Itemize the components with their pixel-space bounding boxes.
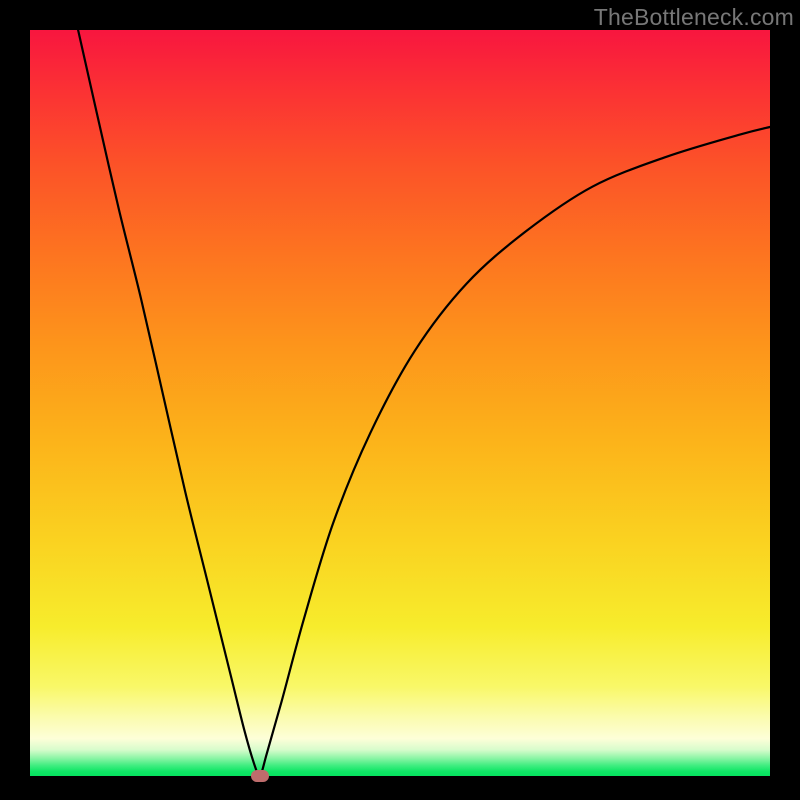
bottleneck-curve — [30, 30, 770, 776]
minimum-marker — [251, 770, 269, 782]
watermark-text: TheBottleneck.com — [594, 4, 794, 31]
plot-area — [30, 30, 770, 776]
chart-frame: TheBottleneck.com — [0, 0, 800, 800]
